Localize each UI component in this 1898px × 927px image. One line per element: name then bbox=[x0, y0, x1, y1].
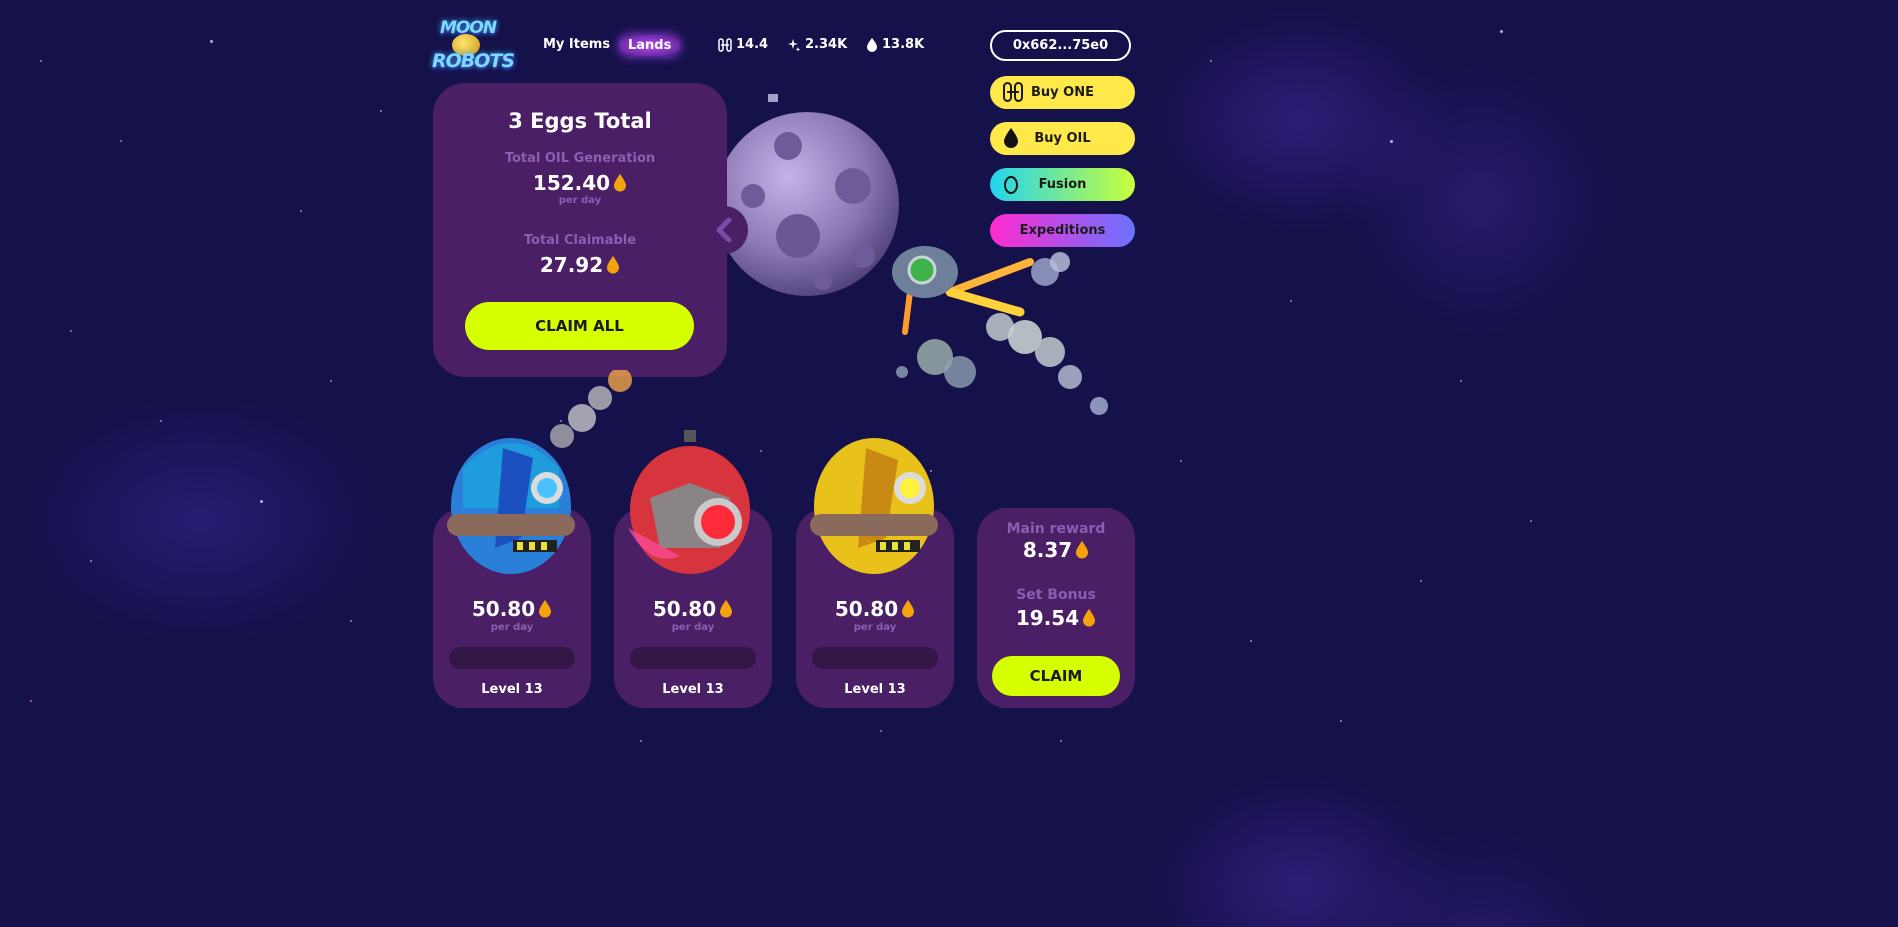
oil-generation: 152.40 bbox=[433, 171, 727, 195]
egg-level: Level 13 bbox=[481, 682, 543, 697]
egg-outline-icon bbox=[1004, 176, 1018, 194]
oil-drop-icon bbox=[1083, 609, 1096, 627]
wallet-address-button[interactable]: 0x662...75e0 bbox=[990, 30, 1131, 61]
oil-drop-icon bbox=[1004, 128, 1018, 148]
claimable-value: 27.92 bbox=[539, 253, 604, 277]
logo-text-bottom: ROBOTS bbox=[432, 50, 515, 72]
yellow-robot-egg bbox=[810, 438, 938, 574]
claim-button[interactable]: CLAIM bbox=[992, 656, 1120, 696]
nav-my-items[interactable]: My Items bbox=[543, 37, 610, 52]
egg-oil-value: 50.80 bbox=[652, 597, 717, 621]
oil-drop-icon bbox=[1076, 541, 1089, 559]
set-bonus-value: 19.54 bbox=[1015, 606, 1080, 630]
buy-one-button[interactable]: Buy ONE bbox=[990, 76, 1135, 109]
planet-illustration bbox=[715, 94, 899, 296]
buy-oil-label: Buy OIL bbox=[1034, 131, 1091, 146]
oil-drop-icon bbox=[902, 600, 915, 618]
oil-drop-icon bbox=[720, 600, 733, 618]
egg-oil-unit: per day bbox=[671, 622, 715, 633]
set-bonus: 19.54 bbox=[977, 606, 1135, 630]
one-token-icon bbox=[718, 37, 732, 52]
egg-oil-rate: 50.80 bbox=[614, 597, 772, 621]
set-bonus-label: Set Bonus bbox=[1016, 587, 1096, 603]
oil-balance: 13.8K bbox=[866, 37, 924, 52]
one-token-icon bbox=[1003, 82, 1023, 102]
claimable: 27.92 bbox=[433, 253, 727, 277]
summary-card: 3 Eggs Total Total OIL Generation 152.40… bbox=[433, 83, 727, 377]
egg-level: Level 13 bbox=[662, 682, 724, 697]
egg-level: Level 13 bbox=[844, 682, 906, 697]
oil-balance-value: 13.8K bbox=[882, 37, 925, 52]
egg-progress-bar bbox=[630, 647, 756, 669]
fusion-label: Fusion bbox=[1038, 177, 1087, 192]
egg-oil-rate: 50.80 bbox=[796, 597, 954, 621]
egg-oil-unit: per day bbox=[490, 622, 534, 633]
egg-oil-value: 50.80 bbox=[471, 597, 536, 621]
main-reward-value: 8.37 bbox=[1022, 538, 1073, 562]
oil-drop-icon bbox=[607, 256, 620, 274]
moon-robots-logo[interactable]: MOON ROBOTS bbox=[430, 16, 515, 76]
sparkle-balance: 2.34K bbox=[787, 37, 847, 52]
reward-card: Main reward 8.37 Set Bonus 19.54 CLAIM bbox=[977, 508, 1135, 708]
egg-oil-rate: 50.80 bbox=[433, 597, 591, 621]
main-reward: 8.37 bbox=[977, 538, 1135, 562]
buy-one-label: Buy ONE bbox=[1031, 85, 1094, 100]
oil-generation-unit: per day bbox=[558, 195, 602, 206]
egg-progress-bar bbox=[812, 647, 938, 669]
oil-drop-icon bbox=[539, 600, 552, 618]
claim-all-button[interactable]: CLAIM ALL bbox=[465, 302, 694, 350]
nav-lands[interactable]: Lands bbox=[619, 35, 681, 56]
fusion-button[interactable]: Fusion bbox=[990, 168, 1135, 201]
egg-oil-unit: per day bbox=[853, 622, 897, 633]
oil-generation-value: 152.40 bbox=[532, 171, 611, 195]
red-robot-egg bbox=[628, 430, 750, 574]
main-reward-label: Main reward bbox=[1006, 521, 1106, 537]
oil-generation-label: Total OIL Generation bbox=[504, 151, 656, 166]
claimable-label: Total Claimable bbox=[523, 233, 637, 248]
oil-drop-icon bbox=[614, 174, 627, 192]
collapse-panel-button[interactable] bbox=[700, 206, 748, 254]
rocket-illustration bbox=[892, 246, 1108, 415]
blue-robot-egg bbox=[447, 438, 575, 574]
egg-progress-bar bbox=[449, 647, 575, 669]
egg-oil-value: 50.80 bbox=[834, 597, 899, 621]
one-balance-value: 14.4 bbox=[736, 37, 769, 52]
sparkle-icon bbox=[788, 38, 801, 52]
buy-oil-button[interactable]: Buy OIL bbox=[990, 122, 1135, 155]
sparkle-balance-value: 2.34K bbox=[805, 37, 848, 52]
one-balance: 14.4 bbox=[718, 37, 768, 52]
eggs-total-title: 3 Eggs Total bbox=[508, 109, 652, 133]
oil-drop-icon bbox=[867, 37, 877, 52]
chevron-left-icon bbox=[716, 217, 732, 243]
